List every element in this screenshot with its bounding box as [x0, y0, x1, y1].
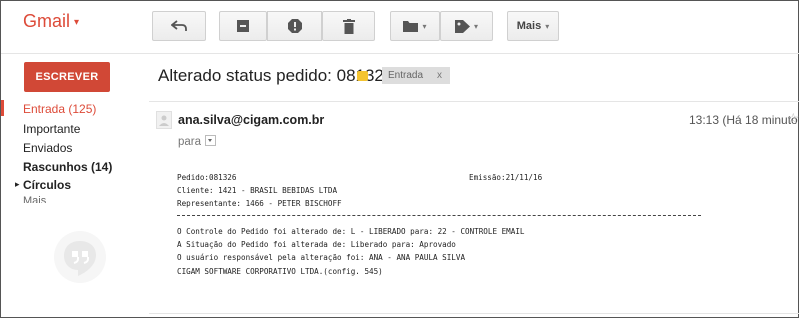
more-button[interactable]: Mais ▾: [507, 11, 559, 41]
trash-icon: [342, 18, 355, 34]
body-line-user: O usuário responsável pela alteração foi…: [177, 253, 466, 262]
body-client: Cliente: 1421 - BRASIL BEBIDAS LTDA: [177, 186, 338, 195]
sidebar-item-inbox[interactable]: Entrada (125): [23, 102, 96, 116]
sidebar-item-sent[interactable]: Enviados: [23, 141, 72, 155]
report-spam-button[interactable]: [267, 11, 322, 41]
importance-marker-icon[interactable]: [357, 71, 368, 81]
chevron-down-icon: ▾: [473, 21, 478, 31]
recipients-line: para: [178, 135, 217, 148]
sender-email[interactable]: ana.silva@cigam.com.br: [178, 113, 324, 127]
more-button-label: Mais: [516, 20, 542, 32]
sidebar-item-important[interactable]: Importante: [23, 122, 80, 136]
message-time: 13:13 (Há 18 minutos): [689, 113, 799, 127]
star-icon[interactable]: ☆: [787, 110, 799, 127]
body-issue-date: Emissão:21/11/16: [469, 173, 543, 182]
back-button[interactable]: [152, 11, 206, 41]
folder-icon: [403, 21, 419, 32]
sidebar-item-drafts[interactable]: Rascunhos (14): [23, 160, 112, 174]
report-spam-icon: [287, 19, 302, 33]
chevron-down-icon: ▾: [422, 21, 427, 31]
message-bottom-divider: [149, 313, 799, 314]
archive-button[interactable]: [219, 11, 267, 41]
to-label: para: [178, 136, 202, 148]
compose-button[interactable]: ESCREVER: [24, 62, 110, 92]
avatar[interactable]: [156, 111, 172, 129]
logo-dropdown-icon: ▾: [74, 16, 80, 28]
body-line-control: O Controle do Pedido foi alterado de: L …: [177, 227, 525, 236]
reply-arrow-icon: [171, 20, 187, 31]
toolbar-divider: [1, 53, 799, 54]
archive-icon: [237, 20, 249, 32]
person-icon: [159, 115, 169, 126]
show-details-dropdown-icon[interactable]: [205, 135, 217, 147]
active-nav-indicator: [1, 100, 4, 116]
gmail-logo-text: Gmail: [23, 11, 71, 31]
sidebar-item-circles[interactable]: Círculos: [23, 178, 71, 192]
body-line-status: A Situação do Pedido foi alterada de: Li…: [177, 240, 456, 249]
gmail-logo[interactable]: Gmail ▾: [23, 11, 79, 32]
body-representative: Representante: 1466 - PETER BISCHOFF: [177, 199, 342, 208]
label-chip-inbox[interactable]: Entrada x: [382, 67, 451, 84]
remove-label-button[interactable]: x: [437, 70, 442, 81]
expand-circles-icon[interactable]: ▸: [15, 179, 20, 190]
hangouts-icon[interactable]: [54, 231, 106, 283]
body-separator: [177, 215, 701, 216]
delete-button[interactable]: [322, 11, 375, 41]
move-to-button[interactable]: ▾: [390, 11, 440, 41]
message-divider: [149, 101, 799, 102]
label-chip-text: Entrada: [388, 70, 424, 81]
body-line-company: CIGAM SOFTWARE CORPORATIVO LTDA.(config.…: [177, 267, 383, 276]
sidebar-item-more[interactable]: Mais: [23, 195, 46, 203]
labels-button[interactable]: ▾: [440, 11, 493, 41]
chevron-down-icon: ▾: [545, 21, 550, 31]
body-order-number: Pedido:081326: [177, 173, 237, 182]
label-tag-icon: [454, 19, 470, 33]
